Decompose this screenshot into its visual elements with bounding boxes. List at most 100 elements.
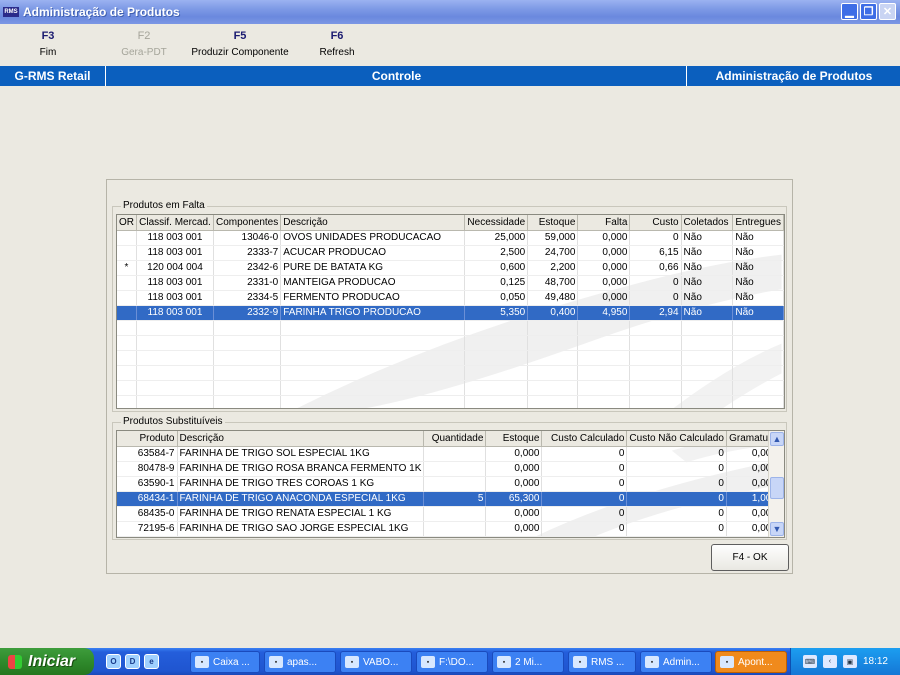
network-icon[interactable]: ▣: [842, 655, 857, 668]
keyboard-icon[interactable]: ⌨: [802, 655, 817, 668]
desktop-icon[interactable]: D: [125, 654, 140, 669]
table-row[interactable]: 68435-0 FARINHA DE TRIGO RENATA ESPECIAL …: [117, 506, 780, 522]
tray-expand-icon[interactable]: ‹: [822, 655, 837, 668]
empty-cell: [464, 335, 529, 351]
empty-cell: [527, 365, 579, 381]
fkey-key: F5: [233, 30, 247, 42]
column-header[interactable]: Custo Não Calculado: [626, 431, 727, 447]
empty-cell: [732, 335, 784, 351]
fkey-f2-gera-pdt[interactable]: F2 Gera-PDT: [116, 30, 172, 58]
scroll-down-icon[interactable]: ▼: [770, 522, 784, 536]
empty-cell: [280, 320, 466, 336]
column-header[interactable]: Estoque: [485, 431, 543, 447]
vertical-scrollbar[interactable]: ▲ ▼: [768, 431, 784, 537]
produtos-substituiveis-grid[interactable]: Produto Descrição Quantidade Estoque Cus…: [116, 430, 785, 538]
cell-classif: 120 004 004: [136, 260, 214, 276]
produtos-em-falta-grid[interactable]: OR Classif. Mercad. Componentes Descriçã…: [116, 214, 785, 409]
empty-cell: [136, 350, 214, 366]
cell-classif: 118 003 001: [136, 290, 214, 306]
column-header[interactable]: Classif. Mercad.: [136, 215, 214, 231]
table-row[interactable]: 68434-1 FARINHA DE TRIGO ANACONDA ESPECIA…: [117, 491, 780, 507]
table-row[interactable]: 118 003 001 2332-9 FARINHA TRIGO PRODUCAO 5…: [117, 305, 784, 321]
cell-estoque: 65,300: [485, 491, 543, 507]
strip-divider: [686, 66, 687, 86]
table-row[interactable]: 72195-6 FARINHA DE TRIGO SAO JORGE ESPECI…: [117, 521, 780, 537]
cell-estoque: 0,000: [485, 521, 543, 537]
fkey-f6-refresh[interactable]: F6 Refresh: [314, 30, 360, 58]
column-header[interactable]: OR: [117, 215, 137, 231]
cell-custo_calc: 0: [541, 506, 628, 522]
table-row[interactable]: 80478-9 FARINHA DE TRIGO ROSA BRANCA FERM…: [117, 461, 780, 477]
scroll-thumb[interactable]: [770, 477, 784, 499]
taskbar-task[interactable]: ▪ F:\DO...: [416, 651, 488, 673]
column-header[interactable]: Entregues: [732, 215, 784, 231]
fkey-f5-produzir-componente[interactable]: F5 Produzir Componente: [190, 30, 290, 58]
cell-entregues: Não: [732, 260, 784, 276]
taskbar-task[interactable]: ▪ 2 Mi...: [492, 651, 564, 673]
ok-button[interactable]: F4 - OK: [711, 544, 789, 571]
rms-app-icon: RMS: [3, 7, 19, 17]
cell-quantidade: [423, 506, 487, 522]
cell-classif: 118 003 001: [136, 245, 214, 261]
empty-cell: [732, 380, 784, 396]
table-row[interactable]: 118 003 001 2331-0 MANTEIGA PRODUCAO 0,125 4…: [117, 275, 784, 291]
cell-falta: 0,000: [577, 260, 631, 276]
close-button[interactable]: ✕: [879, 3, 896, 20]
taskbar-task[interactable]: ▪ Caixa ...: [190, 651, 260, 673]
taskbar-task[interactable]: ▪ RMS ...: [568, 651, 636, 673]
fkey-key: F3: [41, 30, 55, 42]
cell-necessidade: 0,125: [464, 275, 529, 291]
taskbar-task[interactable]: ▪ VABO...: [340, 651, 412, 673]
column-header[interactable]: Estoque: [527, 215, 579, 231]
cell-entregues: Não: [732, 230, 784, 246]
internet-explorer-icon[interactable]: e: [144, 654, 159, 669]
column-header[interactable]: Produto: [117, 431, 178, 447]
cell-custo_nao_calc: 0: [626, 506, 727, 522]
cell-descricao: FARINHA TRIGO PRODUCAO: [280, 305, 466, 321]
empty-cell: [681, 320, 734, 336]
fkey-key: F2: [137, 30, 151, 42]
strip-divider: [105, 66, 106, 86]
window-title-bar[interactable]: RMS Administração de Produtos ▁ ❐ ✕: [0, 0, 900, 24]
minimize-button[interactable]: ▁: [841, 3, 858, 20]
taskbar-task[interactable]: ▪ apas...: [264, 651, 336, 673]
column-header[interactable]: Descrição: [280, 215, 466, 231]
task-label: Apont...: [738, 656, 773, 668]
maximize-button[interactable]: ❐: [860, 3, 877, 20]
empty-cell: [732, 365, 784, 381]
start-button[interactable]: Iniciar: [0, 648, 94, 675]
fkey-f3-fim[interactable]: F3 Fim: [28, 30, 68, 58]
table-row[interactable]: 118 003 001 2333-7 ACUCAR PRODUCAO 2,500 24,…: [117, 245, 784, 261]
cell-componente: 2333-7: [213, 245, 282, 261]
table-row[interactable]: 63584-7 FARINHA DE TRIGO SOL ESPECIAL 1KG…: [117, 446, 780, 462]
empty-cell: [629, 395, 682, 408]
task-label: VABO...: [363, 656, 399, 668]
quick-launch: O D e: [106, 654, 159, 669]
cell-custo_calc: 0: [541, 521, 628, 537]
header-strip: G-RMS Retail Controle Administração de P…: [0, 66, 900, 86]
column-header[interactable]: Componentes: [213, 215, 282, 231]
column-header[interactable]: Custo: [629, 215, 682, 231]
column-header[interactable]: Necessidade: [464, 215, 529, 231]
column-header[interactable]: Coletados: [681, 215, 734, 231]
empty-cell: [732, 350, 784, 366]
word-icon: ▪: [497, 656, 511, 668]
cell-descricao: OVOS UNIDADES PRODUCACAO: [280, 230, 466, 246]
cell-componente: 2342-6: [213, 260, 282, 276]
taskbar-task[interactable]: ▪ Admin...: [640, 651, 712, 673]
empty-cell: [577, 335, 631, 351]
column-header[interactable]: Quantidade: [423, 431, 487, 447]
table-row[interactable]: 63590-1 FARINHA DE TRIGO TRES COROAS 1 KG…: [117, 476, 780, 492]
taskbar-task[interactable]: ▪ Apont...: [715, 651, 787, 673]
table-row[interactable]: 118 003 001 2334-5 FERMENTO PRODUCAO 0,050 4…: [117, 290, 784, 306]
outlook-icon[interactable]: O: [106, 654, 121, 669]
cell-or: [117, 245, 137, 261]
table-row[interactable]: 118 003 001 13046-0 OVOS UNIDADES PRODUCAC…: [117, 230, 784, 246]
column-header[interactable]: Custo Calculado: [541, 431, 628, 447]
column-header[interactable]: Falta: [577, 215, 631, 231]
cell-produto: 72195-6: [117, 521, 178, 537]
empty-row: [117, 365, 784, 381]
table-row[interactable]: * 120 004 004 2342-6 PURE DE BATATA KG 0,600…: [117, 260, 784, 276]
column-header[interactable]: Descrição: [177, 431, 425, 447]
scroll-up-icon[interactable]: ▲: [770, 432, 784, 446]
